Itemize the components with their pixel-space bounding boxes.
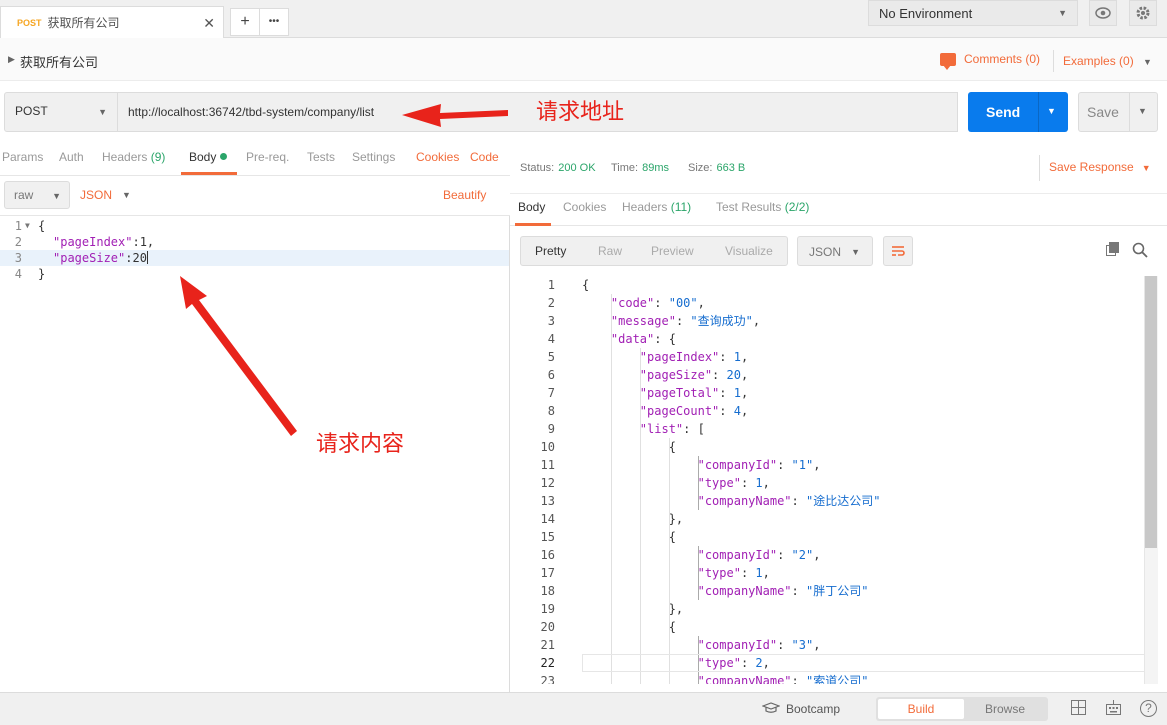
url-annotation: 请求地址 xyxy=(536,100,625,125)
body-arrow-icon xyxy=(180,276,297,436)
url-arrow-icon xyxy=(402,104,508,127)
body-annotation: 请求内容 xyxy=(316,432,405,457)
